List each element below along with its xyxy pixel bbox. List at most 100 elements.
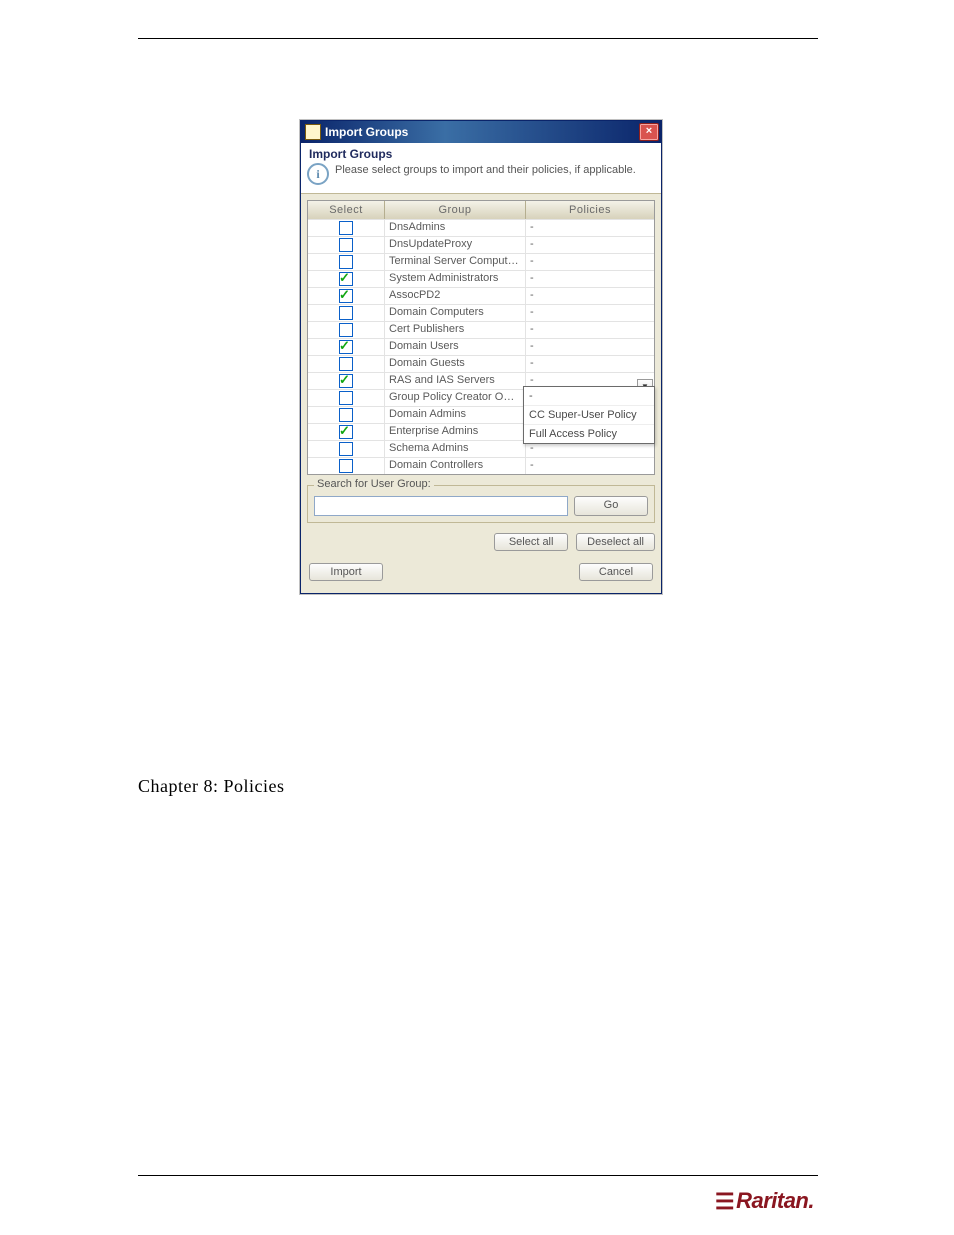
policy-cell[interactable]: - bbox=[526, 305, 654, 321]
group-cell: DnsUpdateProxy bbox=[385, 237, 526, 253]
brand-name: Raritan bbox=[736, 1188, 808, 1213]
app-icon bbox=[305, 124, 321, 140]
group-cell: System Administrators bbox=[385, 271, 526, 287]
select-cell bbox=[308, 390, 385, 406]
policy-option[interactable]: - bbox=[524, 387, 654, 406]
table-row: DnsAdmins- bbox=[308, 219, 654, 236]
dialog-actions: Import Cancel bbox=[307, 563, 655, 587]
group-cell: DnsAdmins bbox=[385, 220, 526, 236]
policy-cell[interactable]: - bbox=[526, 271, 654, 287]
search-legend: Search for User Group: bbox=[314, 478, 434, 490]
group-cell: RAS and IAS Servers bbox=[385, 373, 526, 389]
window-title: Import Groups bbox=[325, 125, 635, 139]
policy-cell[interactable]: - bbox=[526, 339, 654, 355]
deselect-all-button[interactable]: Deselect all bbox=[576, 533, 655, 551]
table-row: Cert Publishers- bbox=[308, 321, 654, 338]
page-bottom-rule bbox=[138, 1175, 818, 1176]
checkbox[interactable] bbox=[339, 323, 353, 337]
table-row: System Administrators- bbox=[308, 270, 654, 287]
select-cell bbox=[308, 288, 385, 304]
section-title: Import Groups bbox=[307, 147, 653, 161]
policy-cell[interactable]: - bbox=[526, 322, 654, 338]
table-row: Domain Guests- bbox=[308, 355, 654, 372]
group-cell: Enterprise Admins bbox=[385, 424, 526, 440]
select-cell bbox=[308, 220, 385, 236]
checkbox[interactable] bbox=[339, 357, 353, 371]
cancel-button[interactable]: Cancel bbox=[579, 563, 653, 581]
group-cell: Terminal Server Computers bbox=[385, 254, 526, 270]
policy-cell[interactable]: - bbox=[526, 458, 654, 474]
checkbox[interactable] bbox=[339, 391, 353, 405]
group-cell: Schema Admins bbox=[385, 441, 526, 457]
group-cell: Cert Publishers bbox=[385, 322, 526, 338]
policy-cell[interactable]: - bbox=[526, 254, 654, 270]
info-icon: i bbox=[307, 163, 329, 185]
select-cell bbox=[308, 322, 385, 338]
table-row: DnsUpdateProxy- bbox=[308, 236, 654, 253]
import-groups-dialog: Import Groups × Import Groups i Please s… bbox=[300, 120, 662, 594]
checkbox[interactable] bbox=[339, 340, 353, 354]
checkbox[interactable] bbox=[339, 408, 353, 422]
table-row: Domain Users- bbox=[308, 338, 654, 355]
go-button[interactable]: Go bbox=[574, 496, 648, 516]
dialog-header: Import Groups i Please select groups to … bbox=[301, 143, 661, 194]
checkbox[interactable] bbox=[339, 272, 353, 286]
group-cell: AssocPD2 bbox=[385, 288, 526, 304]
checkbox[interactable] bbox=[339, 289, 353, 303]
checkbox[interactable] bbox=[339, 238, 353, 252]
select-cell bbox=[308, 407, 385, 423]
col-select-header: Select bbox=[308, 201, 385, 219]
table-row: AssocPD2- bbox=[308, 287, 654, 304]
checkbox[interactable] bbox=[339, 374, 353, 388]
select-cell bbox=[308, 424, 385, 440]
policy-dropdown: - CC Super-User Policy Full Access Polic… bbox=[523, 386, 655, 444]
page-top-rule bbox=[138, 38, 818, 39]
search-fieldset: Search for User Group: Go bbox=[307, 485, 655, 523]
select-cell bbox=[308, 339, 385, 355]
policy-option[interactable]: CC Super-User Policy bbox=[524, 406, 654, 425]
policy-cell[interactable]: - bbox=[526, 220, 654, 236]
table-row: Domain Controllers- bbox=[308, 457, 654, 474]
group-cell: Group Policy Creator Owners bbox=[385, 390, 526, 406]
group-cell: Domain Computers bbox=[385, 305, 526, 321]
search-input[interactable] bbox=[314, 496, 568, 516]
table-row: Terminal Server Computers- bbox=[308, 253, 654, 270]
brand-logo: ☰Raritan. bbox=[715, 1188, 814, 1215]
group-cell: Domain Guests bbox=[385, 356, 526, 372]
groups-table: Select Group Policies DnsAdmins-DnsUpdat… bbox=[307, 200, 655, 475]
selection-actions: Select all Deselect all bbox=[307, 533, 655, 551]
checkbox[interactable] bbox=[339, 255, 353, 269]
select-cell bbox=[308, 356, 385, 372]
brand-glyph-icon: ☰ bbox=[715, 1189, 734, 1215]
group-cell: Domain Users bbox=[385, 339, 526, 355]
col-group-header: Group bbox=[385, 201, 526, 219]
checkbox[interactable] bbox=[339, 306, 353, 320]
titlebar[interactable]: Import Groups × bbox=[301, 121, 661, 143]
select-cell bbox=[308, 305, 385, 321]
select-cell bbox=[308, 237, 385, 253]
select-cell bbox=[308, 441, 385, 457]
group-cell: Domain Admins bbox=[385, 407, 526, 423]
table-header: Select Group Policies bbox=[308, 201, 654, 219]
select-all-button[interactable]: Select all bbox=[494, 533, 568, 551]
page-title: Chapter 8: Policies bbox=[138, 776, 284, 797]
checkbox[interactable] bbox=[339, 442, 353, 456]
policy-cell[interactable]: - bbox=[526, 237, 654, 253]
select-cell bbox=[308, 271, 385, 287]
select-cell bbox=[308, 373, 385, 389]
checkbox[interactable] bbox=[339, 221, 353, 235]
checkbox[interactable] bbox=[339, 459, 353, 473]
policy-option[interactable]: Full Access Policy bbox=[524, 425, 654, 443]
brand-dot: . bbox=[808, 1188, 814, 1213]
table-row: Domain Computers- bbox=[308, 304, 654, 321]
select-cell bbox=[308, 254, 385, 270]
col-policies-header: Policies bbox=[526, 201, 654, 219]
select-cell bbox=[308, 458, 385, 474]
group-cell: Domain Controllers bbox=[385, 458, 526, 474]
close-icon[interactable]: × bbox=[639, 123, 659, 141]
import-button[interactable]: Import bbox=[309, 563, 383, 581]
checkbox[interactable] bbox=[339, 425, 353, 439]
dialog-body: Select Group Policies DnsAdmins-DnsUpdat… bbox=[301, 194, 661, 593]
policy-cell[interactable]: - bbox=[526, 356, 654, 372]
policy-cell[interactable]: - bbox=[526, 288, 654, 304]
